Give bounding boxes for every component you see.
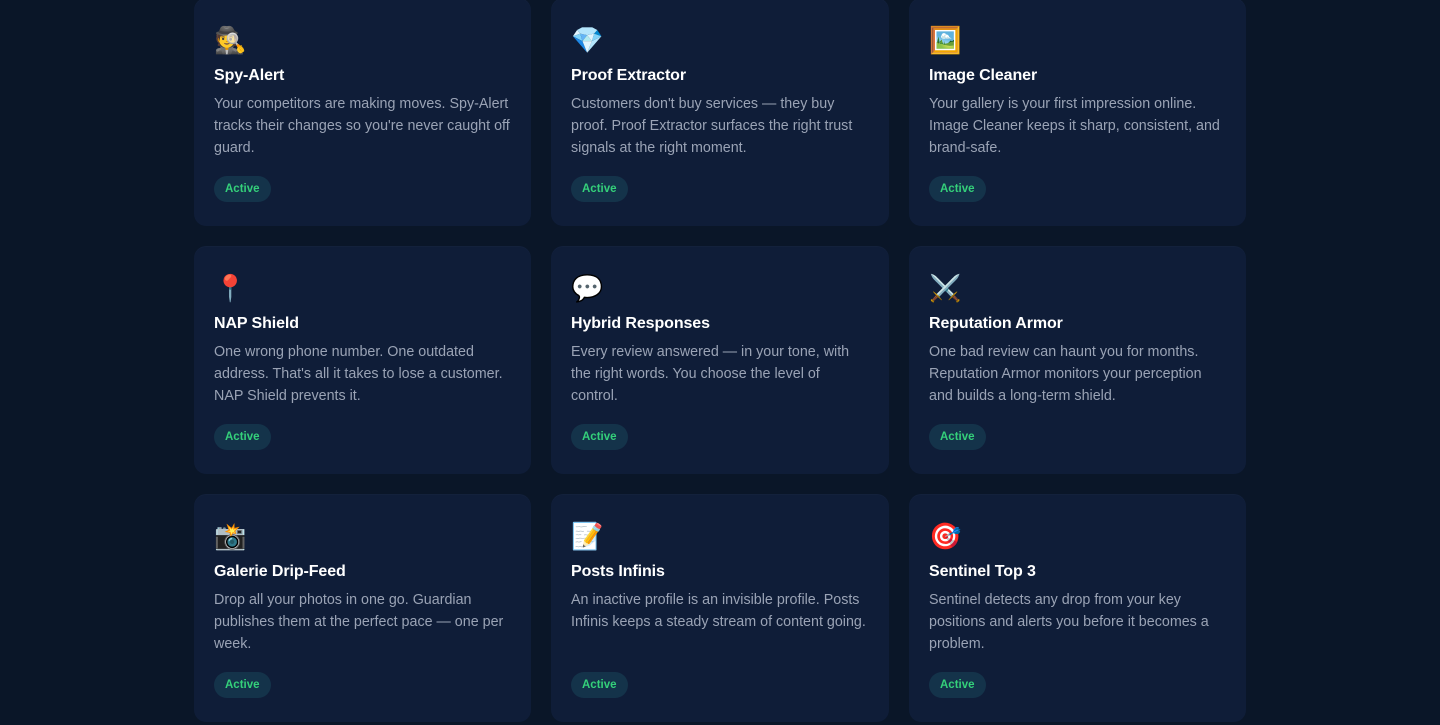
- card-title: Proof Extractor: [571, 67, 686, 84]
- module-card-proof-extractor[interactable]: 💎 Proof Extractor Customers don't buy se…: [551, 0, 889, 226]
- module-card-nap-shield[interactable]: 📍 NAP Shield One wrong phone number. One…: [194, 246, 531, 474]
- module-card-image-cleaner[interactable]: 🖼️ Image Cleaner Your gallery is your fi…: [909, 0, 1246, 226]
- card-description: One bad review can haunt you for months.…: [929, 344, 1202, 404]
- target-icon: 🎯: [929, 522, 962, 552]
- diamond-icon: 💎: [571, 26, 604, 56]
- card-description: Every review answered — in your tone, wi…: [571, 344, 850, 404]
- card-description: Customers don't buy services — they buy …: [571, 96, 853, 156]
- page: 🕵️ Spy-Alert Your competitors are making…: [0, 0, 1440, 725]
- status-badge: Active: [929, 176, 986, 202]
- module-card-reputation-armor[interactable]: ⚔️ Reputation Armor One bad review can h…: [909, 246, 1246, 474]
- card-description: Your gallery is your first impression on…: [929, 96, 1220, 156]
- status-badge: Active: [571, 672, 628, 698]
- card-title: Hybrid Responses: [571, 315, 710, 332]
- module-card-posts-infinis[interactable]: 📝 Posts Infinis An inactive profile is a…: [551, 494, 889, 722]
- framed-picture-icon: 🖼️: [929, 26, 962, 56]
- card-title: NAP Shield: [214, 315, 299, 332]
- card-title: Galerie Drip-Feed: [214, 563, 346, 580]
- card-title: Spy-Alert: [214, 67, 285, 84]
- card-description: One wrong phone number. One outdated add…: [214, 344, 503, 404]
- module-grid: 🕵️ Spy-Alert Your competitors are making…: [194, 0, 1246, 722]
- status-badge: Active: [571, 176, 628, 202]
- status-badge: Active: [929, 424, 986, 450]
- card-description: Sentinel detects any drop from your key …: [929, 592, 1209, 652]
- detective-icon: 🕵️: [214, 26, 247, 56]
- status-badge: Active: [214, 176, 271, 202]
- module-card-spy-alert[interactable]: 🕵️ Spy-Alert Your competitors are making…: [194, 0, 531, 226]
- memo-icon: 📝: [571, 522, 604, 552]
- card-description: Drop all your photos in one go. Guardian…: [214, 592, 504, 652]
- crossed-swords-icon: ⚔️: [929, 274, 962, 304]
- card-title: Image Cleaner: [929, 67, 1038, 84]
- card-title: Posts Infinis: [571, 563, 665, 580]
- camera-flash-icon: 📸: [214, 522, 247, 552]
- card-title: Reputation Armor: [929, 315, 1063, 332]
- card-title: Sentinel Top 3: [929, 563, 1036, 580]
- status-badge: Active: [571, 424, 628, 450]
- module-card-hybrid-responses[interactable]: 💬 Hybrid Responses Every review answered…: [551, 246, 889, 474]
- speech-bubble-icon: 💬: [571, 274, 604, 304]
- card-description: Your competitors are making moves. Spy-A…: [214, 96, 510, 156]
- map-pin-icon: 📍: [214, 274, 247, 304]
- status-badge: Active: [214, 672, 271, 698]
- module-card-galerie-drip-feed[interactable]: 📸 Galerie Drip-Feed Drop all your photos…: [194, 494, 531, 722]
- card-description: An inactive profile is an invisible prof…: [571, 592, 866, 630]
- module-card-sentinel-top-3[interactable]: 🎯 Sentinel Top 3 Sentinel detects any dr…: [909, 494, 1246, 722]
- status-badge: Active: [929, 672, 986, 698]
- status-badge: Active: [214, 424, 271, 450]
